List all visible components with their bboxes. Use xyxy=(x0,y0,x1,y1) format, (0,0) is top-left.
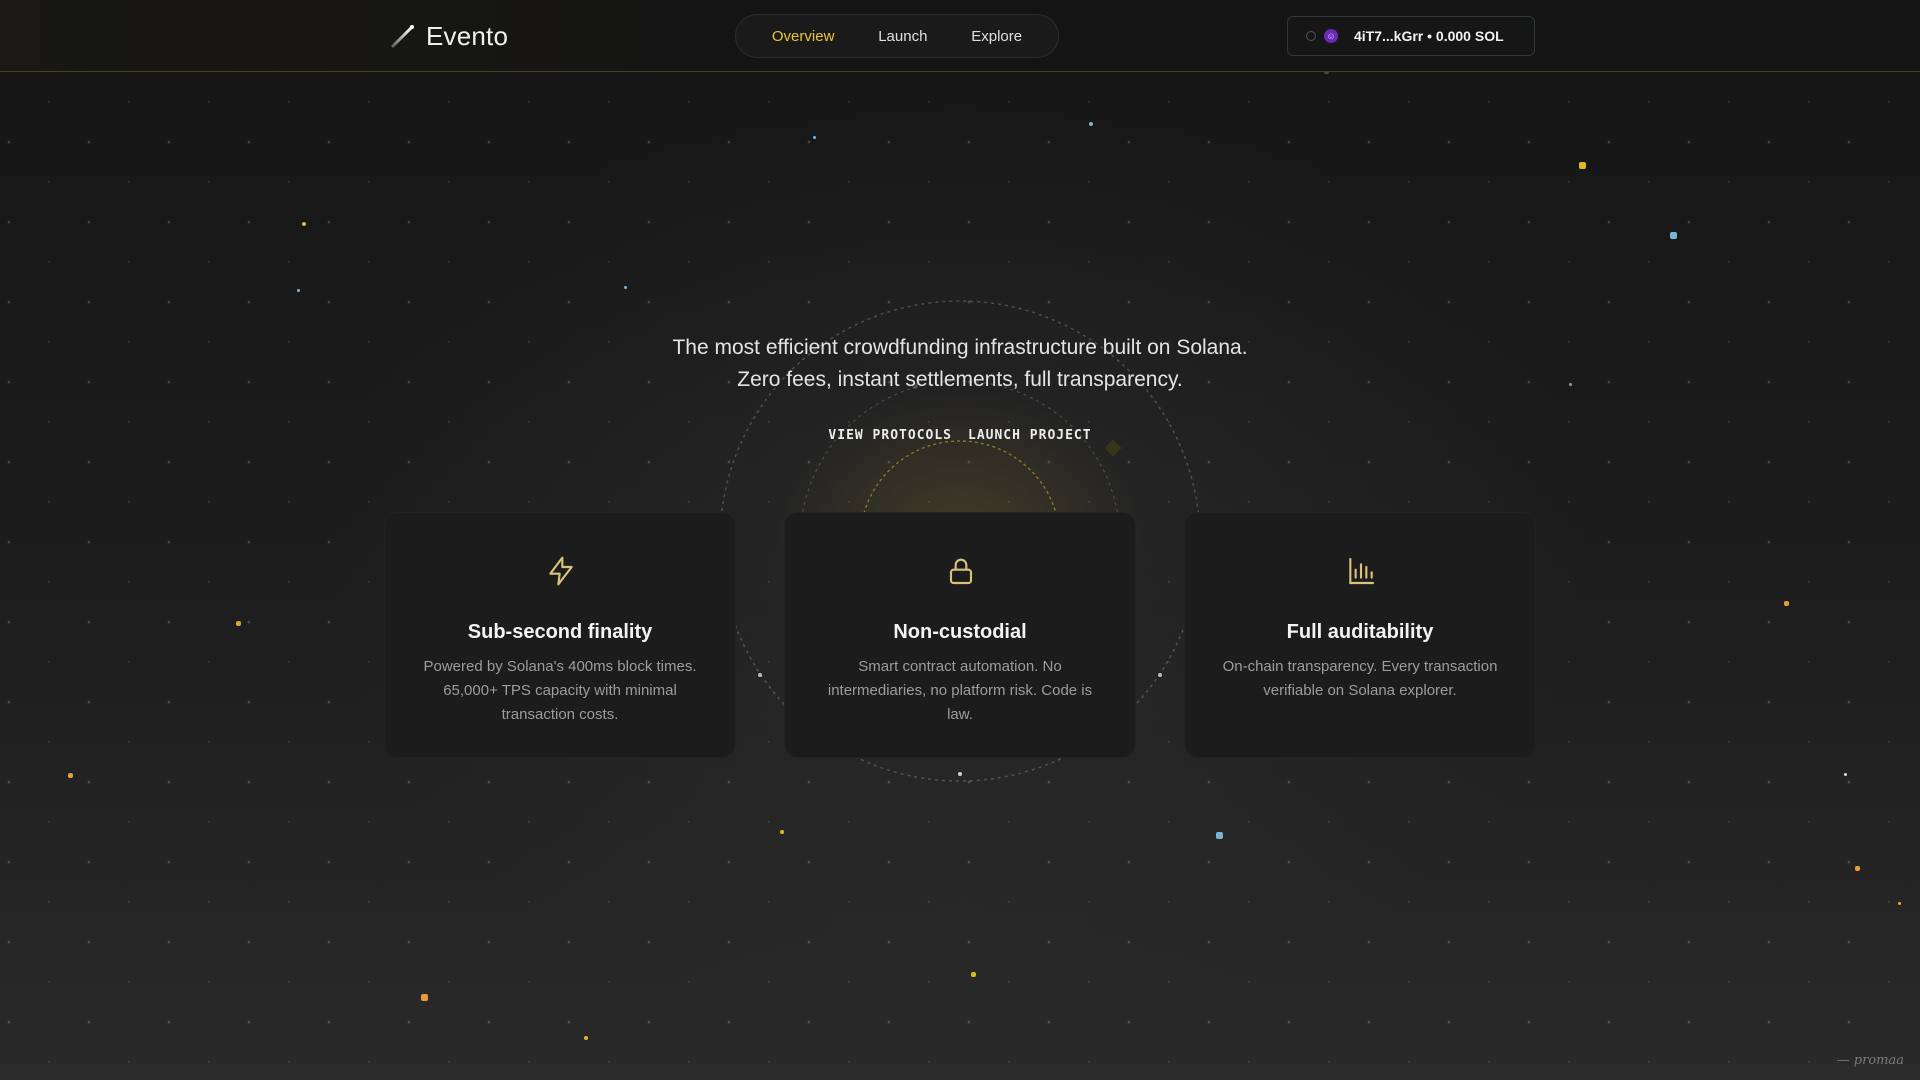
particle xyxy=(1216,832,1223,839)
wallet-address-balance: 4iT7...kGrr • 0.000 SOL xyxy=(1354,28,1504,44)
brand-name: Evento xyxy=(426,20,509,51)
wallet-button[interactable]: ☺ 4iT7...kGrr • 0.000 SOL xyxy=(1287,16,1535,56)
brand[interactable]: Evento xyxy=(390,18,508,54)
feature-title: Sub-second finality xyxy=(467,621,653,643)
tab-explore[interactable]: Explore xyxy=(971,28,1022,45)
wand-logo-icon xyxy=(391,25,414,48)
feature-card-auditability: Full auditability On-chain transparency.… xyxy=(1184,512,1536,758)
feature-card-non-custodial: Non-custodial Smart contract automation.… xyxy=(784,512,1136,758)
page: Evento Overview Launch Explore ☺ 4iT7...… xyxy=(0,0,1920,1080)
launch-project-button[interactable]: LAUNCH PROJECT xyxy=(968,428,1092,443)
author-credit: — promaa xyxy=(1836,1053,1904,1068)
hero-line-1: The most efficient crowdfunding infrastr… xyxy=(672,336,1248,359)
top-navigation-bar: Evento Overview Launch Explore ☺ 4iT7...… xyxy=(0,0,1920,72)
particle xyxy=(584,1036,588,1040)
particle xyxy=(624,286,627,289)
hero-line-2: Zero fees, instant settlements, full tra… xyxy=(737,368,1183,391)
particle xyxy=(780,830,784,834)
particle xyxy=(1579,162,1586,169)
particle xyxy=(421,994,428,1001)
view-protocols-button[interactable]: VIEW PROTOCOLS xyxy=(828,428,952,443)
feature-title: Full auditability xyxy=(1286,621,1434,643)
particle xyxy=(297,289,300,292)
hero-cta-row: VIEW PROTOCOLS LAUNCH PROJECT xyxy=(760,428,1160,443)
feature-description: Powered by Solana's 400ms block times. 6… xyxy=(423,658,697,723)
feature-description: Smart contract automation. No intermedia… xyxy=(827,658,1093,723)
particle xyxy=(813,136,816,139)
bar-chart-icon xyxy=(1349,557,1375,585)
lock-icon xyxy=(949,558,973,585)
hero-tagline: The most efficient crowdfunding infrastr… xyxy=(560,332,1360,396)
particle xyxy=(1855,866,1860,871)
feature-card-finality: Sub-second finality Powered by Solana's … xyxy=(384,512,736,758)
particle xyxy=(971,972,976,977)
particle xyxy=(1670,232,1677,239)
main-nav: Overview Launch Explore xyxy=(735,14,1059,58)
particle xyxy=(302,222,306,226)
particle xyxy=(1844,773,1847,776)
particle xyxy=(1784,601,1789,606)
wallet-avatar-icon: ☺ xyxy=(1324,29,1338,43)
feature-title: Non-custodial xyxy=(893,621,1027,643)
feature-description: On-chain transparency. Every transaction… xyxy=(1222,658,1498,699)
particle xyxy=(68,773,73,778)
tab-overview[interactable]: Overview xyxy=(772,28,835,45)
particle xyxy=(236,621,241,626)
tab-launch[interactable]: Launch xyxy=(878,28,927,45)
particle xyxy=(1089,122,1093,126)
particle xyxy=(1898,902,1901,905)
particle xyxy=(1569,383,1572,386)
loading-spinner-icon xyxy=(1306,31,1316,41)
lightning-icon xyxy=(549,556,573,586)
